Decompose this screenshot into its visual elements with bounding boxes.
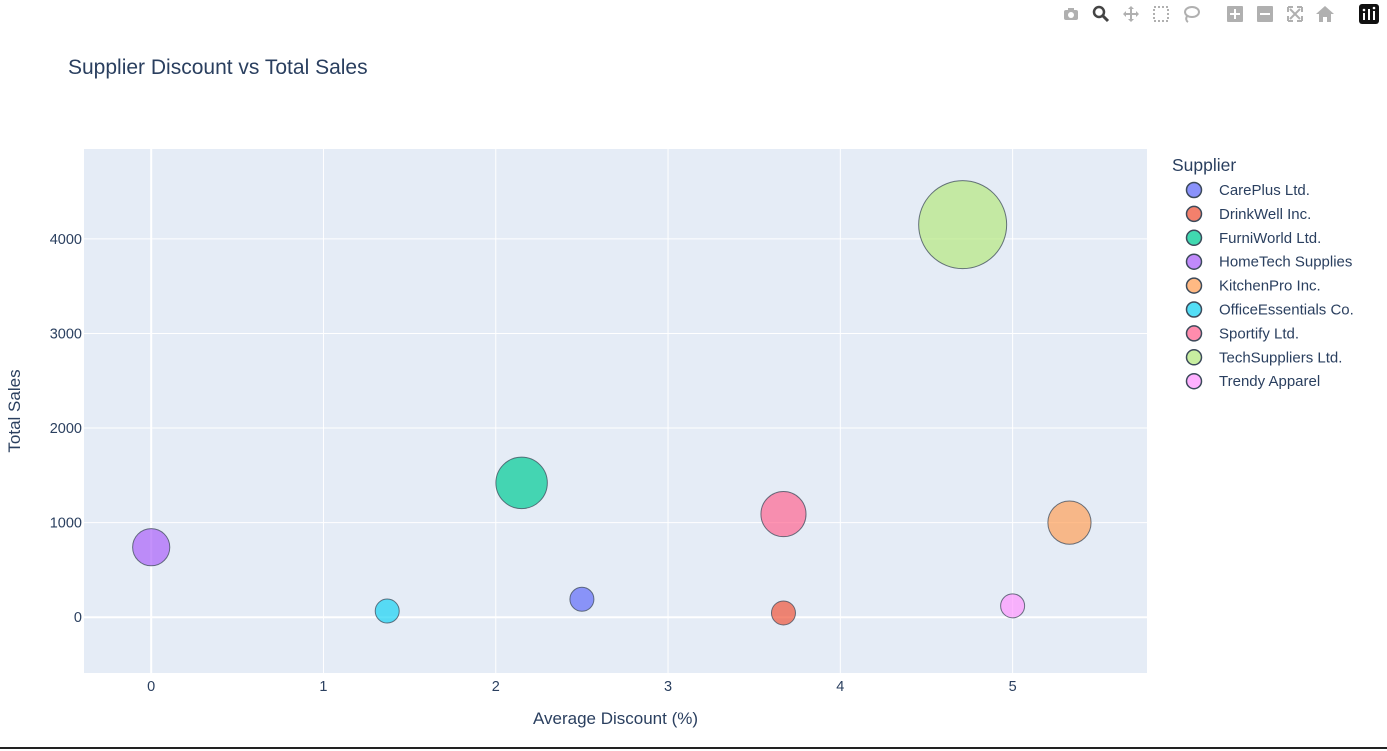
bubble-furniworld-ltd[interactable] xyxy=(495,456,548,510)
legend-label: TechSuppliers Ltd. xyxy=(1219,349,1342,366)
bubble-officeessentials-co[interactable] xyxy=(374,598,400,624)
x-axis-title: Average Discount (%) xyxy=(533,709,698,728)
legend-label: KitchenPro Inc. xyxy=(1219,278,1321,295)
legend-marker xyxy=(1185,229,1203,247)
bubble-drinkwell-inc[interactable] xyxy=(770,600,796,626)
y-tick-label: 2000 xyxy=(50,421,82,437)
legend-item[interactable]: KitchenPro Inc. xyxy=(1185,277,1321,295)
y-tick-label: 3000 xyxy=(50,326,82,342)
x-tick-label: 0 xyxy=(147,679,155,695)
legend-title: Supplier xyxy=(1172,155,1236,175)
legend-marker xyxy=(1185,325,1203,342)
legend-item[interactable]: OfficeEssentials Co. xyxy=(1185,301,1354,319)
bubble-sportify-ltd[interactable] xyxy=(760,491,807,538)
legend-marker xyxy=(1185,277,1203,294)
legend-item[interactable]: TechSuppliers Ltd. xyxy=(1185,349,1343,366)
legend-marker xyxy=(1185,253,1203,270)
chart: Supplier Discount vs Total Sales 0 1 2 3 4 5 0 1… xyxy=(5,56,1354,728)
legend-label: DrinkWell Inc. xyxy=(1219,206,1311,223)
x-tick-label: 1 xyxy=(319,679,327,695)
chart-title: Supplier Discount vs Total Sales xyxy=(68,56,368,79)
legend-label: HomeTech Supplies xyxy=(1219,254,1352,271)
y-tick-label: 1000 xyxy=(50,516,82,532)
bubble-hometech-supplies[interactable] xyxy=(132,528,171,567)
legend-marker xyxy=(1185,349,1203,366)
y-tick-label: 4000 xyxy=(50,232,82,248)
bubble-kitchenpro-inc[interactable] xyxy=(1047,500,1092,545)
legend-item[interactable]: DrinkWell Inc. xyxy=(1185,205,1312,223)
x-tick-label: 3 xyxy=(664,679,672,695)
bubble-techsuppliers-ltd[interactable] xyxy=(918,180,1008,270)
legend-label: CarePlus Ltd. xyxy=(1219,182,1310,199)
legend-item[interactable]: FurniWorld Ltd. xyxy=(1185,229,1322,247)
legend-label: OfficeEssentials Co. xyxy=(1219,302,1354,319)
x-tick-label: 5 xyxy=(1009,679,1017,695)
legend-label: Sportify Ltd. xyxy=(1219,325,1299,342)
legend-marker xyxy=(1185,181,1203,199)
legend-item[interactable]: CarePlus Ltd. xyxy=(1185,181,1310,199)
bubble-trendy-apparel[interactable] xyxy=(1000,593,1026,619)
y-axis-title: Total Sales xyxy=(5,369,24,452)
legend-item[interactable]: HomeTech Supplies xyxy=(1185,253,1353,271)
legend-label: Trendy Apparel xyxy=(1219,373,1320,390)
legend-marker xyxy=(1185,372,1203,390)
legend-marker xyxy=(1185,205,1203,223)
legend-item[interactable]: Trendy Apparel xyxy=(1185,372,1321,390)
bottom-divider xyxy=(0,747,1387,749)
y-tick-label: 0 xyxy=(74,610,82,626)
x-tick-label: 4 xyxy=(836,679,844,695)
x-tick-label: 2 xyxy=(492,679,500,695)
bubble-careplus-ltd[interactable] xyxy=(569,586,595,612)
legend-item[interactable]: Sportify Ltd. xyxy=(1185,325,1300,342)
legend-marker xyxy=(1185,301,1203,318)
legend-label: FurniWorld Ltd. xyxy=(1219,230,1321,247)
